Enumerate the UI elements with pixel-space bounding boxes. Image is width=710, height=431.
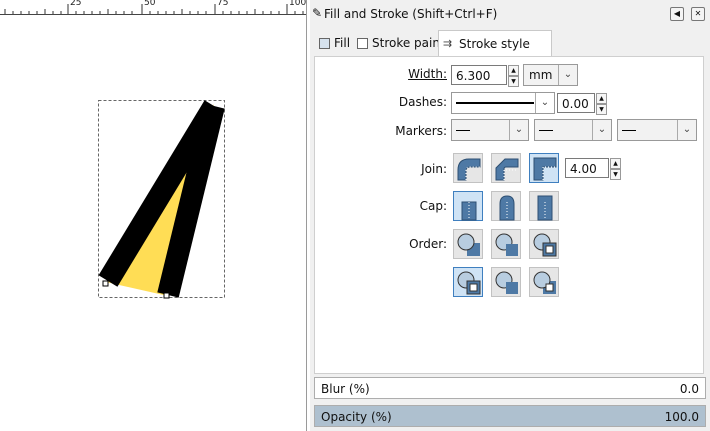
fill-icon — [319, 38, 330, 49]
cap-butt-button[interactable] — [453, 191, 483, 221]
paint-order-icon — [495, 271, 518, 294]
stroke-style-icon: ⇉ — [443, 37, 453, 50]
order-markers-stroke-fill-button[interactable] — [529, 267, 559, 297]
chevron-down-icon: ⌄ — [535, 93, 554, 113]
marker-preview — [539, 130, 553, 131]
marker-preview — [622, 130, 636, 131]
unit-value: mm — [529, 68, 553, 82]
join-bevel-button[interactable] — [491, 153, 521, 183]
order-fill-markers-stroke-button[interactable] — [529, 229, 559, 259]
paint-order-icon — [457, 233, 480, 256]
join-round-button[interactable] — [453, 153, 483, 183]
order-stroke-fill-markers-button[interactable] — [491, 229, 521, 259]
chevron-down-icon: ⌄ — [558, 65, 577, 85]
width-input[interactable]: 6.300 — [451, 65, 507, 85]
paint-order-icon — [533, 271, 556, 294]
blur-value: 0.0 — [679, 382, 699, 396]
square-cap-icon — [537, 195, 553, 221]
node-handle-left[interactable] — [102, 280, 109, 287]
order-markers-fill-stroke-button[interactable] — [453, 267, 483, 297]
miter-join-icon — [533, 157, 557, 181]
paint-order-icon — [533, 233, 557, 257]
order-label: Order: — [409, 237, 447, 251]
start-marker-select[interactable]: ⌄ — [451, 119, 529, 141]
markers-label: Markers: — [395, 124, 447, 138]
cap-label: Cap: — [419, 199, 447, 213]
stroke-paint-icon — [357, 38, 368, 49]
dialog-tabs: Fill Stroke paint ⇉ Stroke style — [310, 30, 710, 57]
opacity-label: Opacity (%) — [321, 410, 392, 424]
miter-limit-input[interactable]: 4.00 — [565, 158, 609, 178]
end-marker-select[interactable]: ⌄ — [617, 119, 697, 141]
drawing-canvas[interactable]: 25 50 75 100 — [0, 0, 306, 431]
cap-square-button[interactable] — [529, 191, 559, 221]
join-label: Join: — [421, 162, 447, 176]
chevron-down-icon: ⌄ — [677, 120, 696, 140]
tab-stroke-paint-label: Stroke paint — [372, 36, 445, 50]
width-spinner[interactable]: ▲ ▼ — [508, 65, 519, 87]
cap-round-button[interactable] — [491, 191, 521, 221]
dash-pattern-select[interactable]: ⌄ — [451, 92, 555, 114]
blur-label: Blur (%) — [321, 382, 370, 396]
paint-order-icon — [495, 233, 518, 256]
tab-fill-label: Fill — [334, 36, 351, 50]
chevron-down-icon: ⌄ — [509, 120, 528, 140]
opacity-value: 100.0 — [664, 410, 699, 424]
round-join-icon — [457, 158, 481, 181]
mid-marker-select[interactable]: ⌄ — [534, 119, 612, 141]
tab-stroke-style[interactable]: ⇉ Stroke style — [438, 30, 552, 57]
chevron-down-icon: ⌄ — [592, 120, 611, 140]
dialog-titlebar: ✎ Fill and Stroke (Shift+Ctrl+F) ◀ ✕ — [310, 0, 710, 28]
paintbrush-icon: ✎ — [312, 6, 323, 20]
miter-limit-spinner[interactable]: ▲ ▼ — [610, 158, 621, 180]
butt-cap-icon — [461, 201, 477, 221]
blur-slider[interactable]: Blur (%) 0.0 — [314, 377, 706, 399]
dialog-title: Fill and Stroke (Shift+Ctrl+F) — [324, 7, 498, 21]
width-label: Width: — [408, 67, 447, 81]
canvas-drawing — [98, 100, 225, 299]
dashes-label: Dashes: — [398, 95, 447, 109]
order-fill-stroke-markers-button[interactable] — [453, 229, 483, 259]
round-cap-icon — [499, 195, 515, 221]
stroke-style-panel: Width: 6.300 ▲ ▼ mm ⌄ Dashes: ⌄ 0.00 ▲ ▼ M… — [314, 56, 704, 374]
bevel-join-icon — [495, 158, 519, 181]
node-handle-right[interactable] — [163, 292, 170, 299]
unit-select[interactable]: mm ⌄ — [523, 64, 578, 86]
collapse-icon[interactable]: ◀ — [670, 7, 684, 21]
close-icon[interactable]: ✕ — [691, 7, 705, 21]
dash-offset-input[interactable]: 0.00 — [557, 93, 595, 113]
marker-preview — [456, 130, 470, 131]
solid-line-preview — [456, 102, 534, 104]
join-miter-button[interactable] — [529, 153, 559, 183]
opacity-slider[interactable]: Opacity (%) 100.0 — [314, 405, 706, 427]
paint-order-icon — [457, 271, 481, 295]
order-stroke-markers-fill-button[interactable] — [491, 267, 521, 297]
tab-stroke-style-label: Stroke style — [459, 37, 530, 51]
dash-offset-spinner[interactable]: ▲ ▼ — [596, 93, 607, 115]
fill-stroke-dialog: ✎ Fill and Stroke (Shift+Ctrl+F) ◀ ✕ Fil… — [310, 0, 710, 431]
